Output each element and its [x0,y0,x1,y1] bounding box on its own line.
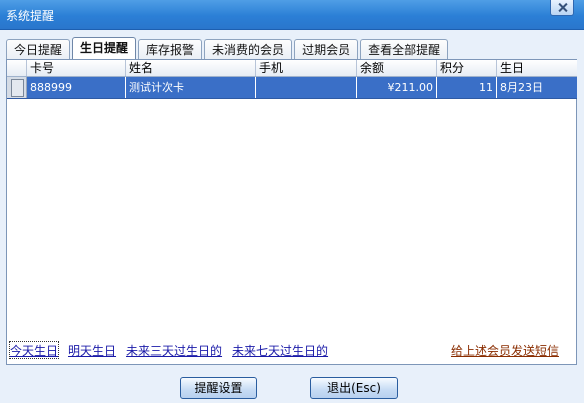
birthday-filter-links: 今天生日 明天生日 未来三天过生日的 未来七天过生日的 [8,341,338,359]
row-indicator-header [7,60,27,76]
filter-next-7-days-link[interactable]: 未来七天过生日的 [232,342,328,358]
filter-today-link[interactable]: 今天生日 [8,341,60,359]
tab-strip: 今日提醒 生日提醒 库存报警 未消费的会员 过期会员 查看全部提醒 [6,37,450,60]
send-sms-link[interactable]: 给上述会员发送短信 [451,342,559,359]
exit-button[interactable]: 退出(Esc) [310,377,398,399]
tab-stock-alert[interactable]: 库存报警 [138,39,203,60]
cell-balance: ¥211.00 [357,77,437,98]
cell-phone [256,77,357,98]
grid-header: 卡号 姓名 手机 余额 积分 生日 [7,60,577,77]
column-header-name[interactable]: 姓名 [126,60,256,76]
row-selector[interactable] [7,77,27,98]
cell-name: 测试计次卡 [126,77,256,98]
tab-birthday[interactable]: 生日提醒 [72,37,137,60]
tab-expired-members[interactable]: 过期会员 [294,39,359,60]
column-header-points[interactable]: 积分 [437,60,497,76]
tab-panel: 卡号 姓名 手机 余额 积分 生日 888999 测试计次卡 ¥211.00 1… [6,59,577,365]
filter-next-3-days-link[interactable]: 未来三天过生日的 [126,342,222,358]
column-header-phone[interactable]: 手机 [256,60,357,76]
cell-birthday: 8月23日 [500,81,543,94]
tab-inactive-members[interactable]: 未消费的会员 [204,39,293,60]
dialog-body: 今日提醒 生日提醒 库存报警 未消费的会员 过期会员 查看全部提醒 卡号 姓名 … [0,30,584,403]
close-icon[interactable] [550,0,574,16]
filter-tomorrow-link[interactable]: 明天生日 [68,342,116,358]
column-header-balance[interactable]: 余额 [357,60,437,76]
cell-card: 888999 [27,77,126,98]
member-grid: 卡号 姓名 手机 余额 积分 生日 888999 测试计次卡 ¥211.00 1… [7,60,577,99]
column-header-birthday[interactable]: 生日 [497,60,577,76]
cell-points: 11 [437,77,497,98]
table-row[interactable]: 888999 测试计次卡 ¥211.00 11 8月23日 [7,77,577,99]
tab-today[interactable]: 今日提醒 [6,39,71,60]
reminder-settings-button[interactable]: 提醒设置 [180,377,257,399]
tab-all-reminders[interactable]: 查看全部提醒 [360,39,449,60]
column-header-card[interactable]: 卡号 [27,60,126,76]
title-bar: 系统提醒 [0,0,584,30]
window-title: 系统提醒 [6,9,55,23]
